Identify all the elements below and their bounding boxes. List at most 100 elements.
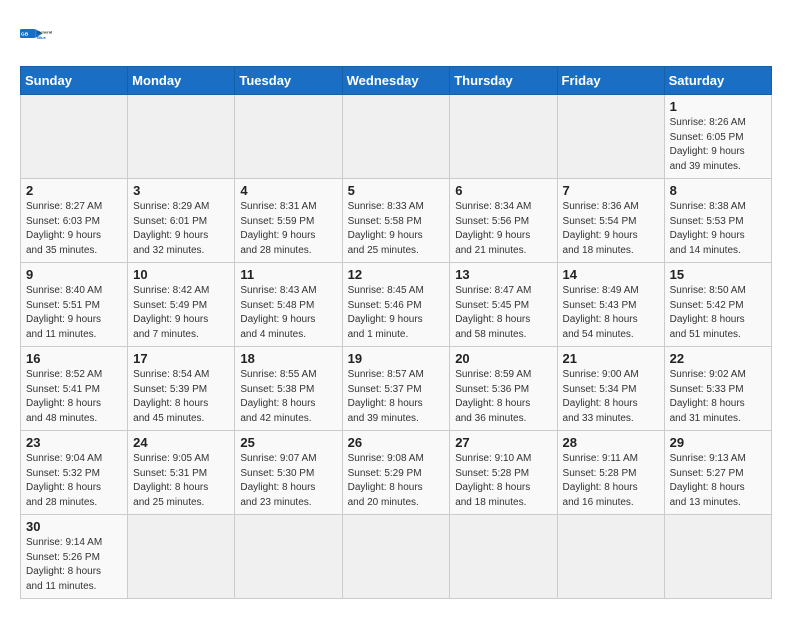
calendar-cell <box>557 515 664 599</box>
day-info: Sunrise: 9:14 AM Sunset: 5:26 PM Dayligh… <box>26 536 122 594</box>
calendar-cell: 1Sunrise: 8:26 AM Sunset: 6:05 PM Daylig… <box>664 95 771 179</box>
calendar-cell: 23 Sunrise: 9:04 AM Sunset: 5:32 PM Dayli… <box>21 431 128 515</box>
calendar-cell: 26Sunrise: 9:08 AM Sunset: 5:29 PM Dayli… <box>342 431 450 515</box>
day-number: 8 <box>670 183 766 198</box>
calendar-cell: 24Sunrise: 9:05 AM Sunset: 5:31 PM Dayli… <box>128 431 235 515</box>
day-info: Sunrise: 8:42 AM Sunset: 5:49 PM Dayligh… <box>133 284 229 342</box>
calendar-cell: 22 Sunrise: 9:02 AM Sunset: 5:33 PM Dayli… <box>664 347 771 431</box>
logo-icon: GB General Blue <box>20 20 56 56</box>
day-number: 14 <box>563 267 659 282</box>
calendar-week-2: 2Sunrise: 8:27 AM Sunset: 6:03 PM Daylig… <box>21 179 772 263</box>
day-number: 13 <box>455 267 551 282</box>
day-number: 24 <box>133 435 229 450</box>
day-number: 20 <box>455 351 551 366</box>
calendar-cell: 9 Sunrise: 8:40 AM Sunset: 5:51 PM Daylig… <box>21 263 128 347</box>
day-number: 15 <box>670 267 766 282</box>
logo: GB General Blue <box>20 20 56 56</box>
calendar-week-6: 30 Sunrise: 9:14 AM Sunset: 5:26 PM Dayli… <box>21 515 772 599</box>
calendar-cell <box>235 95 342 179</box>
day-number: 10 <box>133 267 229 282</box>
day-info: Sunrise: 9:00 AM Sunset: 5:34 PM Dayligh… <box>563 368 659 426</box>
calendar-cell: 30 Sunrise: 9:14 AM Sunset: 5:26 PM Dayli… <box>21 515 128 599</box>
day-info: Sunrise: 8:40 AM Sunset: 5:51 PM Dayligh… <box>26 284 122 342</box>
svg-text:Blue: Blue <box>37 35 46 40</box>
day-number: 5 <box>348 183 445 198</box>
calendar-cell: 2Sunrise: 8:27 AM Sunset: 6:03 PM Daylig… <box>21 179 128 263</box>
day-info: Sunrise: 9:10 AM Sunset: 5:28 PM Dayligh… <box>455 452 551 510</box>
calendar-cell <box>450 515 557 599</box>
calendar-cell <box>664 515 771 599</box>
day-number: 18 <box>240 351 336 366</box>
day-number: 16 <box>26 351 122 366</box>
calendar-week-3: 9 Sunrise: 8:40 AM Sunset: 5:51 PM Daylig… <box>21 263 772 347</box>
day-info: Sunrise: 8:57 AM Sunset: 5:37 PM Dayligh… <box>348 368 445 426</box>
day-info: Sunrise: 8:45 AM Sunset: 5:46 PM Dayligh… <box>348 284 445 342</box>
day-number: 9 <box>26 267 122 282</box>
calendar-cell: 6Sunrise: 8:34 AM Sunset: 5:56 PM Daylig… <box>450 179 557 263</box>
day-info: Sunrise: 8:33 AM Sunset: 5:58 PM Dayligh… <box>348 200 445 258</box>
day-number: 19 <box>348 351 445 366</box>
calendar-cell: 25 Sunrise: 9:07 AM Sunset: 5:30 PM Dayli… <box>235 431 342 515</box>
day-number: 1 <box>670 99 766 114</box>
day-number: 3 <box>133 183 229 198</box>
calendar-cell <box>342 515 450 599</box>
day-number: 2 <box>26 183 122 198</box>
day-number: 23 <box>26 435 122 450</box>
day-info: Sunrise: 9:11 AM Sunset: 5:28 PM Dayligh… <box>563 452 659 510</box>
day-number: 7 <box>563 183 659 198</box>
calendar-cell: 7 Sunrise: 8:36 AM Sunset: 5:54 PM Daylig… <box>557 179 664 263</box>
day-info: Sunrise: 9:08 AM Sunset: 5:29 PM Dayligh… <box>348 452 445 510</box>
calendar-cell <box>128 515 235 599</box>
calendar-cell: 15 Sunrise: 8:50 AM Sunset: 5:42 PM Dayli… <box>664 263 771 347</box>
calendar-cell: 14 Sunrise: 8:49 AM Sunset: 5:43 PM Dayli… <box>557 263 664 347</box>
day-info: Sunrise: 8:49 AM Sunset: 5:43 PM Dayligh… <box>563 284 659 342</box>
day-number: 25 <box>240 435 336 450</box>
calendar-week-1: 1Sunrise: 8:26 AM Sunset: 6:05 PM Daylig… <box>21 95 772 179</box>
calendar-week-4: 16 Sunrise: 8:52 AM Sunset: 5:41 PM Dayli… <box>21 347 772 431</box>
calendar-cell <box>21 95 128 179</box>
day-header-monday: Monday <box>128 67 235 95</box>
day-number: 21 <box>563 351 659 366</box>
calendar-cell: 13 Sunrise: 8:47 AM Sunset: 5:45 PM Dayli… <box>450 263 557 347</box>
page-header: GB General Blue <box>20 20 772 56</box>
calendar-cell <box>342 95 450 179</box>
day-header-tuesday: Tuesday <box>235 67 342 95</box>
calendar-cell: 8 Sunrise: 8:38 AM Sunset: 5:53 PM Daylig… <box>664 179 771 263</box>
calendar-cell: 11Sunrise: 8:43 AM Sunset: 5:48 PM Dayli… <box>235 263 342 347</box>
calendar-cell <box>450 95 557 179</box>
calendar-cell: 18Sunrise: 8:55 AM Sunset: 5:38 PM Dayli… <box>235 347 342 431</box>
day-info: Sunrise: 8:29 AM Sunset: 6:01 PM Dayligh… <box>133 200 229 258</box>
calendar-header-row: SundayMondayTuesdayWednesdayThursdayFrid… <box>21 67 772 95</box>
calendar-cell: 5 Sunrise: 8:33 AM Sunset: 5:58 PM Daylig… <box>342 179 450 263</box>
svg-text:GB: GB <box>21 31 29 37</box>
day-number: 28 <box>563 435 659 450</box>
day-number: 30 <box>26 519 122 534</box>
day-info: Sunrise: 8:34 AM Sunset: 5:56 PM Dayligh… <box>455 200 551 258</box>
calendar-cell: 12 Sunrise: 8:45 AM Sunset: 5:46 PM Dayli… <box>342 263 450 347</box>
calendar-cell: 16 Sunrise: 8:52 AM Sunset: 5:41 PM Dayli… <box>21 347 128 431</box>
calendar-cell <box>557 95 664 179</box>
day-info: Sunrise: 8:50 AM Sunset: 5:42 PM Dayligh… <box>670 284 766 342</box>
calendar-cell: 10 Sunrise: 8:42 AM Sunset: 5:49 PM Dayli… <box>128 263 235 347</box>
day-number: 17 <box>133 351 229 366</box>
day-info: Sunrise: 9:13 AM Sunset: 5:27 PM Dayligh… <box>670 452 766 510</box>
day-info: Sunrise: 8:54 AM Sunset: 5:39 PM Dayligh… <box>133 368 229 426</box>
calendar-cell <box>128 95 235 179</box>
calendar-cell: 21 Sunrise: 9:00 AM Sunset: 5:34 PM Dayli… <box>557 347 664 431</box>
day-info: Sunrise: 8:52 AM Sunset: 5:41 PM Dayligh… <box>26 368 122 426</box>
svg-text:General: General <box>37 30 52 35</box>
day-number: 12 <box>348 267 445 282</box>
calendar-cell: 17 Sunrise: 8:54 AM Sunset: 5:39 PM Dayli… <box>128 347 235 431</box>
calendar-cell: 3 Sunrise: 8:29 AM Sunset: 6:01 PM Daylig… <box>128 179 235 263</box>
calendar-cell: 29Sunrise: 9:13 AM Sunset: 5:27 PM Dayli… <box>664 431 771 515</box>
day-number: 22 <box>670 351 766 366</box>
day-info: Sunrise: 8:38 AM Sunset: 5:53 PM Dayligh… <box>670 200 766 258</box>
day-info: Sunrise: 9:02 AM Sunset: 5:33 PM Dayligh… <box>670 368 766 426</box>
day-number: 27 <box>455 435 551 450</box>
day-info: Sunrise: 9:07 AM Sunset: 5:30 PM Dayligh… <box>240 452 336 510</box>
day-header-thursday: Thursday <box>450 67 557 95</box>
day-info: Sunrise: 9:04 AM Sunset: 5:32 PM Dayligh… <box>26 452 122 510</box>
calendar-cell <box>235 515 342 599</box>
day-info: Sunrise: 8:36 AM Sunset: 5:54 PM Dayligh… <box>563 200 659 258</box>
day-info: Sunrise: 8:47 AM Sunset: 5:45 PM Dayligh… <box>455 284 551 342</box>
